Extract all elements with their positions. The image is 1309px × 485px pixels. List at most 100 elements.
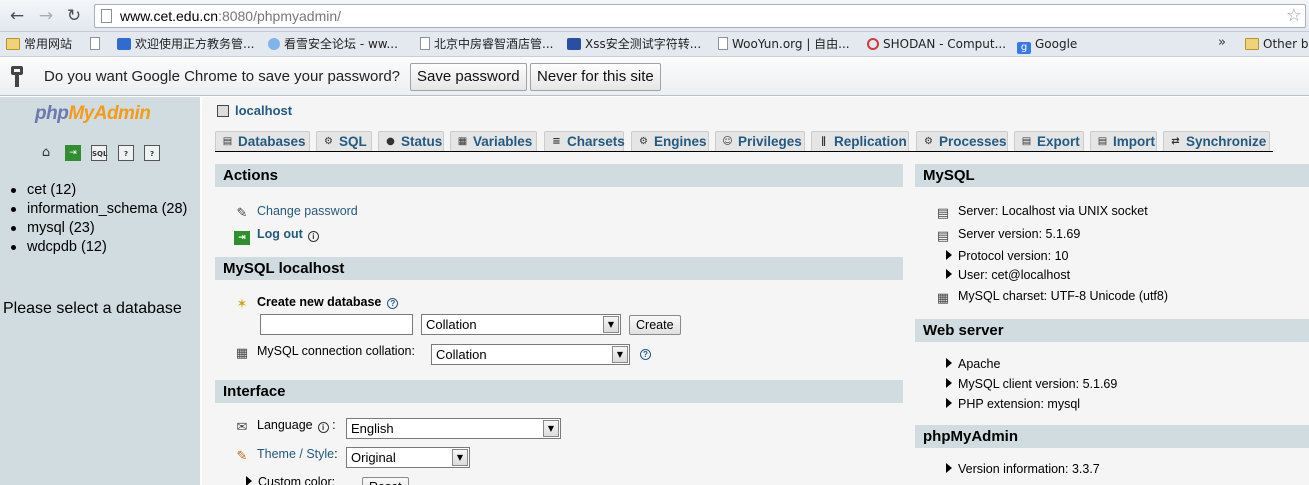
bullet-arrow-icon xyxy=(946,378,952,388)
help-docs-icon[interactable]: ? xyxy=(144,145,160,161)
page-icon xyxy=(90,37,100,50)
status-icon: ● xyxy=(386,136,395,147)
database-item[interactable]: information_schema (28) xyxy=(6,200,196,219)
select-database-prompt: Please select a database xyxy=(3,300,182,317)
connection-collation-select[interactable]: Collation ▼ xyxy=(431,344,630,365)
actions-header: Actions xyxy=(215,164,903,187)
database-item[interactable]: wdcpdb (12) xyxy=(6,238,196,257)
import-icon: ▤ xyxy=(1097,136,1108,147)
mysql-info-header: MySQL xyxy=(915,164,1309,187)
bookmark-item[interactable]: g Google xyxy=(1017,36,1077,54)
home-icon[interactable]: ⌂ xyxy=(38,145,54,161)
web-server-header: Web server xyxy=(915,319,1309,342)
charset-icon: ▦ xyxy=(235,346,249,361)
phpmyadmin-info-header: phpMyAdmin xyxy=(915,425,1309,448)
bullet-arrow-icon xyxy=(946,269,952,279)
bullet-arrow-icon xyxy=(946,358,952,368)
protocol-version-row: Protocol version: 10 xyxy=(946,249,1068,263)
exit-icon: ⇥ xyxy=(234,231,250,245)
reload-icon[interactable]: ↻ xyxy=(63,5,85,27)
reset-color-button[interactable]: Reset xyxy=(362,477,409,485)
bookmarks-overflow-chevron[interactable]: » xyxy=(1218,35,1226,50)
bookmark-item[interactable] xyxy=(90,36,104,54)
info-icon[interactable]: i xyxy=(307,231,319,242)
change-password-row: ✎ Change password xyxy=(234,204,358,221)
tab-status[interactable]: ● Status xyxy=(378,131,444,151)
tab-processes[interactable]: ⚙ Processes xyxy=(916,131,1008,151)
pencil-icon: ✎ xyxy=(236,206,248,221)
url-text[interactable]: www.cet.edu.cn:8080/phpmyadmin/ xyxy=(120,8,341,24)
tab-synchronize[interactable]: ⇄ Synchronize xyxy=(1163,131,1270,151)
version-info-row: Version information: 3.3.7 xyxy=(946,462,1100,476)
new-database-name-input[interactable] xyxy=(260,314,413,335)
database-item[interactable]: cet (12) xyxy=(6,181,196,200)
theme-link[interactable]: Theme / Style xyxy=(257,447,334,461)
bookmark-star-icon[interactable]: ☆ xyxy=(1286,5,1302,26)
web-server-item: PHP extension: mysql xyxy=(946,397,1080,411)
tab-engines[interactable]: ⚙ Engines xyxy=(631,131,709,151)
tab-databases[interactable]: ▤ Databases xyxy=(215,131,310,151)
theme-row: ✎ Theme / Style: xyxy=(234,447,338,464)
new-database-icon: ✶ xyxy=(236,297,248,312)
bookmark-item[interactable]: 欢迎使用正方教务管... xyxy=(117,36,254,54)
other-bookmarks[interactable]: Other bo xyxy=(1245,36,1309,54)
exit-icon[interactable]: ⇥ xyxy=(65,145,81,161)
bookmark-item[interactable]: SHODAN - Comput... xyxy=(867,36,1006,54)
tab-variables[interactable]: ▦ Variables xyxy=(450,131,537,151)
forward-arrow-icon[interactable]: → xyxy=(35,5,57,27)
bullet-arrow-icon xyxy=(946,398,952,408)
paw-favicon-icon xyxy=(567,38,581,50)
help-icon[interactable]: ? xyxy=(387,298,399,309)
tab-sql[interactable]: ⚙ SQL xyxy=(316,131,372,151)
create-db-label: Create new database xyxy=(257,295,382,309)
sql-query-icon[interactable]: SQL xyxy=(91,145,107,161)
info-icon[interactable]: i xyxy=(317,422,329,433)
create-database-button[interactable]: Create xyxy=(629,315,681,335)
back-arrow-icon[interactable]: ← xyxy=(6,5,28,27)
bookmark-item[interactable]: Xss安全测试字符转... xyxy=(567,36,701,54)
collation-select[interactable]: Collation ▼ xyxy=(421,314,621,335)
charsets-icon: ≡ xyxy=(552,136,561,147)
tab-replication[interactable]: ∥ Replication xyxy=(811,131,909,151)
phpmyadmin-logo[interactable]: phpMyAdmin xyxy=(35,103,151,125)
logout-link[interactable]: Log out xyxy=(257,227,303,241)
user-row: User: cet@localhost xyxy=(946,268,1070,282)
database-list: cet (12) information_schema (28) mysql (… xyxy=(6,181,196,257)
pma-navigation-frame: phpMyAdmin ⌂ ⇥ SQL ? ? cet (12) informat… xyxy=(0,97,200,485)
documentation-icon[interactable]: ? xyxy=(118,145,134,161)
bookmark-item[interactable]: 看雪安全论坛 - ww... xyxy=(268,36,398,54)
bookmark-item[interactable]: WooYun.org | 自由... xyxy=(718,36,850,54)
change-password-link[interactable]: Change password xyxy=(257,204,358,218)
synchronize-icon: ⇄ xyxy=(1171,136,1180,147)
custom-color-label: Custom color: xyxy=(258,475,336,485)
browser-toolbar: ← → ↻ www.cet.edu.cn:8080/phpmyadmin/ ☆ xyxy=(0,0,1309,32)
dropdown-arrow-icon: ▼ xyxy=(452,449,468,466)
language-select[interactable]: English ▼ xyxy=(346,418,561,439)
server-breadcrumb[interactable]: localhost xyxy=(217,103,292,118)
connection-collation-row: ▦ MySQL connection collation: xyxy=(234,344,415,361)
zhengfang-favicon-icon xyxy=(117,38,131,50)
save-password-button[interactable]: Save password xyxy=(410,63,527,91)
page-icon xyxy=(101,9,112,23)
never-for-this-site-button[interactable]: Never for this site xyxy=(530,63,661,91)
tab-import[interactable]: ▤ Import xyxy=(1090,131,1157,151)
shodan-favicon-icon xyxy=(867,38,879,50)
tab-charsets[interactable]: ≡ Charsets xyxy=(544,131,625,151)
help-icon[interactable]: ? xyxy=(640,349,651,360)
bookmark-item[interactable]: 北京中房睿智酒店管... xyxy=(420,36,553,54)
theme-select[interactable]: Original ▼ xyxy=(346,447,470,468)
tab-export[interactable]: ▤ Export xyxy=(1014,131,1084,151)
web-server-item: MySQL client version: 5.1.69 xyxy=(946,377,1117,391)
dropdown-arrow-icon: ▼ xyxy=(603,316,619,333)
mysql-localhost-header: MySQL localhost xyxy=(215,257,903,280)
address-bar[interactable]: www.cet.edu.cn:8080/phpmyadmin/ ☆ xyxy=(94,4,1306,28)
mysql-server-row: ▤ Server: Localhost via UNIX socket xyxy=(936,204,1148,221)
web-server-item: Apache xyxy=(946,357,1000,371)
bookmark-item[interactable]: 常用网站 xyxy=(6,36,72,54)
tab-privileges[interactable]: ☺ Privileges xyxy=(715,131,805,151)
create-db-row: ✶ Create new database? xyxy=(234,295,399,312)
language-icon: ✉ xyxy=(236,420,248,435)
database-item[interactable]: mysql (23) xyxy=(6,219,196,238)
page-icon xyxy=(718,37,728,50)
pma-main-frame: localhost ▤ Databases ⚙ SQL ● Status ▦ Varia… xyxy=(200,97,1309,485)
